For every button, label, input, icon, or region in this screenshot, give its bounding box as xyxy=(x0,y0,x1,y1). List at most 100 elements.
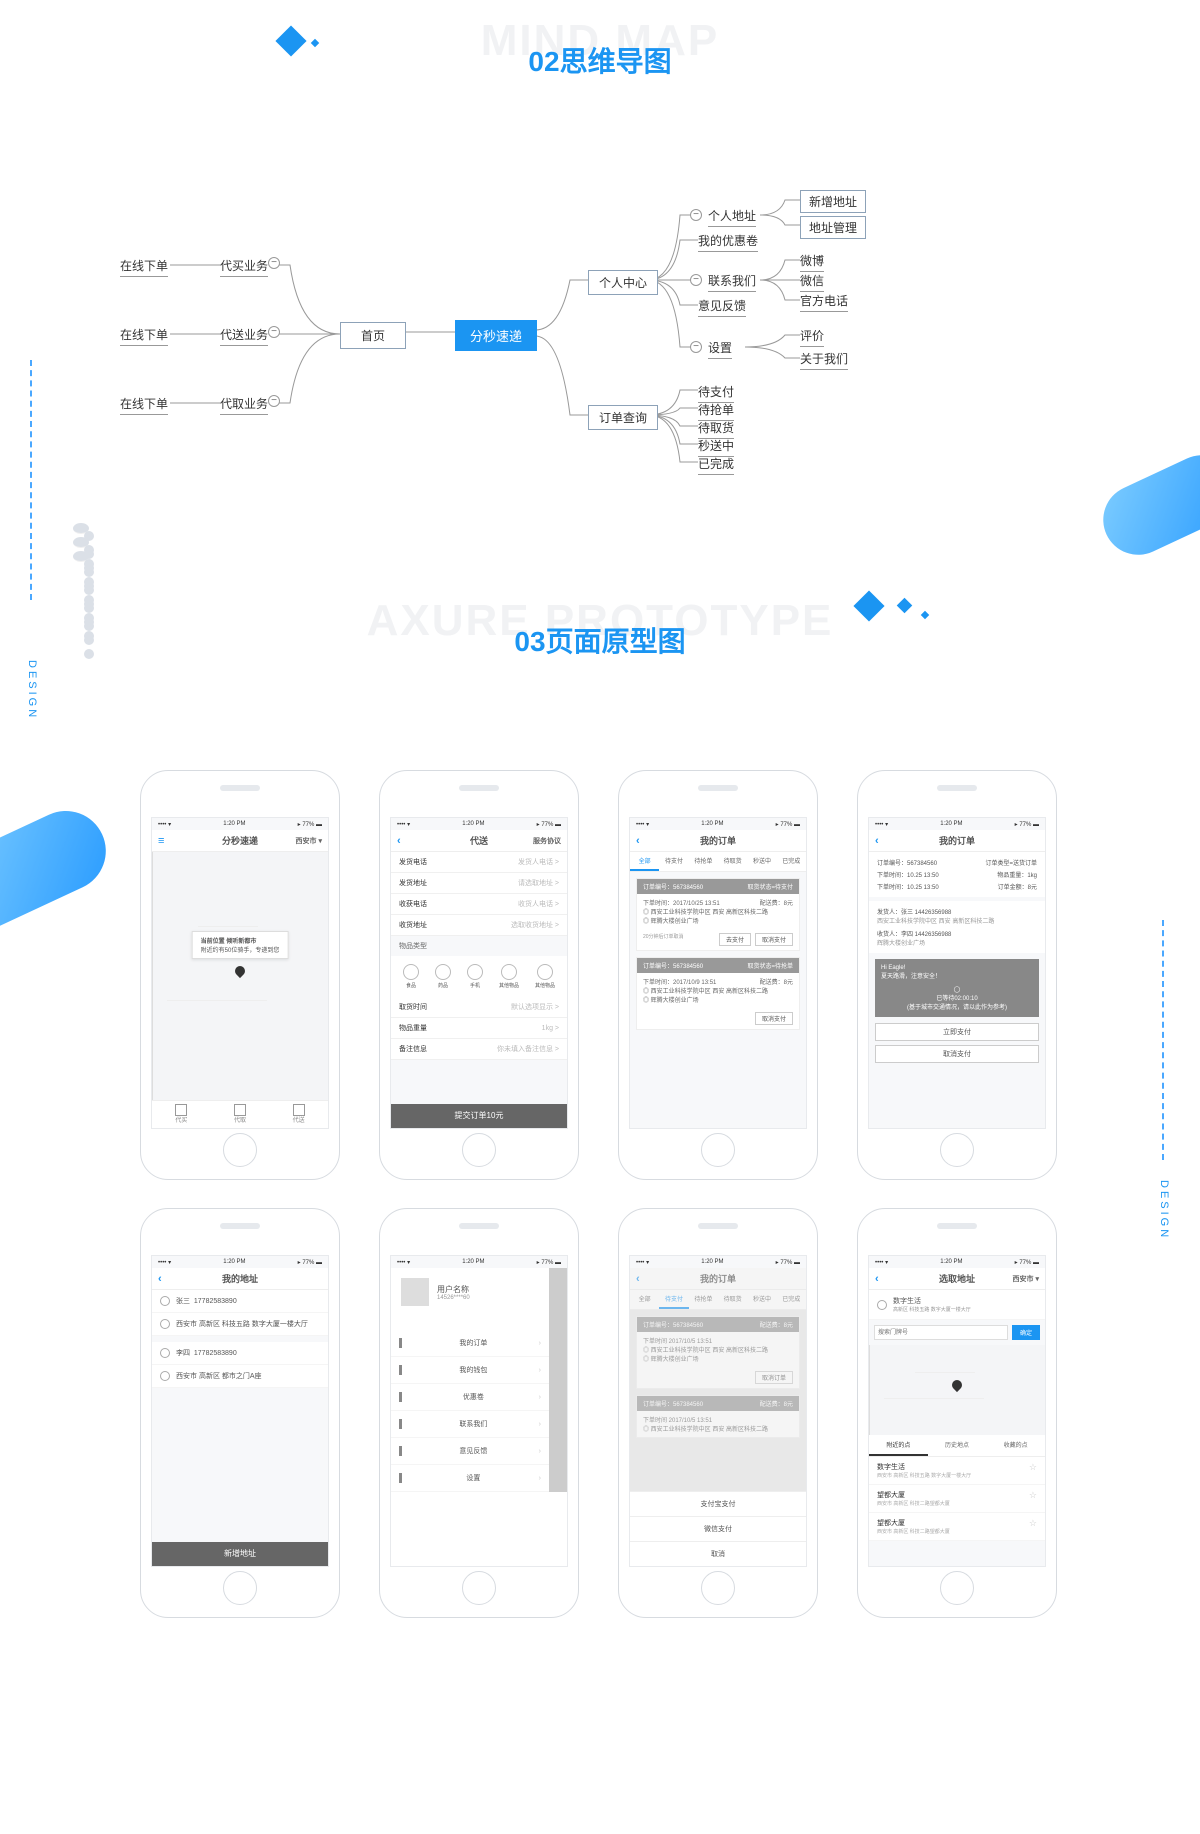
pay-now-button[interactable]: 立即支付 xyxy=(875,1023,1039,1041)
menu-feedback[interactable]: 意见反馈› xyxy=(391,1438,549,1465)
confirm-button[interactable]: 确定 xyxy=(1012,1325,1040,1340)
menu-contact[interactable]: 联系我们› xyxy=(391,1411,549,1438)
menu-coupon[interactable]: 优惠卷› xyxy=(391,1384,549,1411)
phone-order-pay: •••• ▾1:20 PM▸ 77% ▬ ‹我的订单 全部待支付 待抢单待取货 … xyxy=(618,1208,818,1618)
menu-settings[interactable]: 设置› xyxy=(391,1465,549,1492)
node-daimai: 代买业务 xyxy=(220,257,268,277)
node-daisong: 代送业务 xyxy=(220,326,268,346)
location-item[interactable]: ☆数字生活西安市 高新区 科技五路 数字大厦一楼大厅 xyxy=(869,1457,1045,1485)
pay-cancel[interactable]: 取消 xyxy=(630,1541,806,1566)
order-tabs: 全部 待支付 待抢单 待取货 秒送中 已完成 xyxy=(630,852,806,872)
city-selector[interactable]: 西安市 ▾ xyxy=(296,836,322,846)
weight-row[interactable]: 物品重量1kg > xyxy=(391,1018,567,1039)
node-settings: 设置 xyxy=(708,339,732,359)
tab-nearby[interactable]: 附近的点 xyxy=(869,1435,928,1456)
back-icon[interactable]: ‹ xyxy=(158,1273,162,1285)
star-icon[interactable]: ☆ xyxy=(1029,1490,1037,1501)
status-panel: Hi Eagle! 夏天路滑，注意安全！ ◯ 已等待02:00:10 (基于城市… xyxy=(875,959,1039,1017)
address-item[interactable]: 西安市 高新区 科技五路 数字大厦一楼大厅 xyxy=(152,1313,328,1336)
receiver-phone-row[interactable]: 收获电话收货人电话 > xyxy=(391,894,567,915)
leaf: 待支付 xyxy=(698,383,734,403)
menu-icon[interactable]: ≡ xyxy=(158,835,164,847)
receiver-addr-row[interactable]: 收货地址选取收货地址 > xyxy=(391,915,567,936)
tab-grab[interactable]: 待抢单 xyxy=(689,852,718,871)
tab-pickup[interactable]: 待取货 xyxy=(718,852,747,871)
location-item[interactable]: ☆望都大厦西安市 高新区 科技二路望都大厦 xyxy=(869,1513,1045,1541)
back-icon[interactable]: ‹ xyxy=(636,1273,640,1285)
goods-food[interactable]: 食品 xyxy=(403,964,419,989)
leaf: 微信 xyxy=(800,272,824,292)
address-item[interactable]: 张三 17782583890 xyxy=(152,1290,328,1313)
back-icon[interactable]: ‹ xyxy=(636,835,640,847)
tab-all[interactable]: 全部 xyxy=(630,852,659,871)
section-title-prototype: AXURE PROTOTYPE 03页面原型图 xyxy=(0,620,1200,700)
goods-other[interactable]: 其他物品 xyxy=(499,964,519,989)
leaf: 微博 xyxy=(800,252,824,272)
pay-wechat[interactable]: 微信支付 xyxy=(630,1516,806,1541)
phone-home-map: •••• ▾1:20 PM▸ 77% ▬ ≡分秒速递西安市 ▾ 当前位置 倾听新… xyxy=(140,770,340,1180)
address-item[interactable]: 西安市 高新区 都市之门A座 xyxy=(152,1365,328,1388)
sender-phone-row[interactable]: 发货电话发货人电话 > xyxy=(391,852,567,873)
back-icon[interactable]: ‹ xyxy=(397,835,401,847)
node-feedback: 意见反馈 xyxy=(698,297,746,317)
phone-order-list: •••• ▾1:20 PM▸ 77% ▬ ‹我的订单 全部 待支付 待抢单 待取… xyxy=(618,770,818,1180)
tab-history[interactable]: 历史地点 xyxy=(928,1435,987,1456)
location-popup: 当前位置 倾听新都市附近约有50位骑手，专递到您 xyxy=(192,931,289,959)
pay-button[interactable]: 去支付 xyxy=(719,933,751,946)
phone-profile: •••• ▾1:20 PM▸ 77% ▬ 用户名称14526****60 我的订… xyxy=(379,1208,579,1618)
node-coupon: 我的优惠卷 xyxy=(698,232,758,252)
tab-favorite[interactable]: 收藏的点 xyxy=(986,1435,1045,1456)
star-icon[interactable]: ☆ xyxy=(1029,1462,1037,1473)
goods-other2[interactable]: 其他物品 xyxy=(535,964,555,989)
decor-dots xyxy=(70,520,92,565)
mindmap-home: 首页 xyxy=(340,322,406,349)
person-icon xyxy=(160,1348,170,1358)
add-address-button[interactable]: 新增地址 xyxy=(152,1542,328,1566)
cancel-pay-button[interactable]: 取消支付 xyxy=(755,1012,793,1025)
pay-alipay[interactable]: 支付宝支付 xyxy=(630,1491,806,1516)
cancel-pay-button[interactable]: 取消支付 xyxy=(755,933,793,946)
tab-daisong[interactable]: 代送 xyxy=(269,1101,328,1128)
location-icon xyxy=(160,1371,170,1381)
payment-action-sheet: 支付宝支付 微信支付 取消 xyxy=(630,1491,806,1566)
leaf: 待抢单 xyxy=(698,401,734,421)
avatar-icon xyxy=(401,1278,429,1306)
page-title: 选取地址 xyxy=(939,1272,975,1285)
pickup-time-row[interactable]: 取货时间默认选项显示 > xyxy=(391,997,567,1018)
leaf: 评价 xyxy=(800,327,824,347)
tab-daiqu[interactable]: 代取 xyxy=(211,1101,270,1128)
cancel-pay-button[interactable]: 取消支付 xyxy=(875,1045,1039,1063)
order-item[interactable]: 订单编号：567384560取货状态=待支付 下单时间：2017/10/25 1… xyxy=(636,878,800,951)
profile-header[interactable]: 用户名称14526****60 xyxy=(391,1268,549,1316)
remark-row[interactable]: 备注信息你未填入备注信息 > xyxy=(391,1039,567,1060)
node-contact: 联系我们 xyxy=(708,272,756,292)
tab-delivering[interactable]: 秒送中 xyxy=(747,852,776,871)
submit-order-button[interactable]: 提交订单10元 xyxy=(391,1104,567,1128)
terms-link[interactable]: 服务协议 xyxy=(533,836,561,846)
tab-daimai[interactable]: 代买 xyxy=(152,1101,211,1128)
leaf: 官方电话 xyxy=(800,292,848,312)
city-selector[interactable]: 西安市 ▾ xyxy=(1013,1274,1039,1284)
order-item[interactable]: 订单编号：567384560取货状态=待抢单 下单时间：2017/10/9 13… xyxy=(636,957,800,1030)
menu-orders[interactable]: 我的订单› xyxy=(391,1330,549,1357)
tab-done[interactable]: 已完成 xyxy=(777,852,806,871)
goods-medicine[interactable]: 药品 xyxy=(435,964,451,989)
phone-order-detail: •••• ▾1:20 PM▸ 77% ▬ ‹我的订单 订单编号：56738456… xyxy=(857,770,1057,1180)
search-input[interactable] xyxy=(874,1325,1008,1340)
menu-wallet[interactable]: 我的钱包› xyxy=(391,1357,549,1384)
address-item[interactable]: 李四 17782583890 xyxy=(152,1342,328,1365)
goods-type-selector: 食品 药品 手机 其他物品 其他物品 xyxy=(391,956,567,997)
location-item[interactable]: ☆望都大厦西安市 高新区 科技二路望都大厦 xyxy=(869,1485,1045,1513)
page-title: 代送 xyxy=(470,834,488,847)
goods-phone[interactable]: 手机 xyxy=(467,964,483,989)
tab-pay[interactable]: 待支付 xyxy=(659,852,688,871)
star-icon[interactable]: ☆ xyxy=(1029,1518,1037,1529)
location-icon xyxy=(160,1319,170,1329)
sender-addr-row[interactable]: 发货地址请选取地址 > xyxy=(391,873,567,894)
back-icon[interactable]: ‹ xyxy=(875,1273,879,1285)
side-rail-right: DESIGN xyxy=(1152,920,1180,1320)
back-icon[interactable]: ‹ xyxy=(875,835,879,847)
node-order1: 在线下单 xyxy=(120,257,168,277)
section-title-mindmap: MIND MAP 02思维导图 xyxy=(0,40,1200,120)
page-title: 我的订单 xyxy=(700,1272,736,1285)
